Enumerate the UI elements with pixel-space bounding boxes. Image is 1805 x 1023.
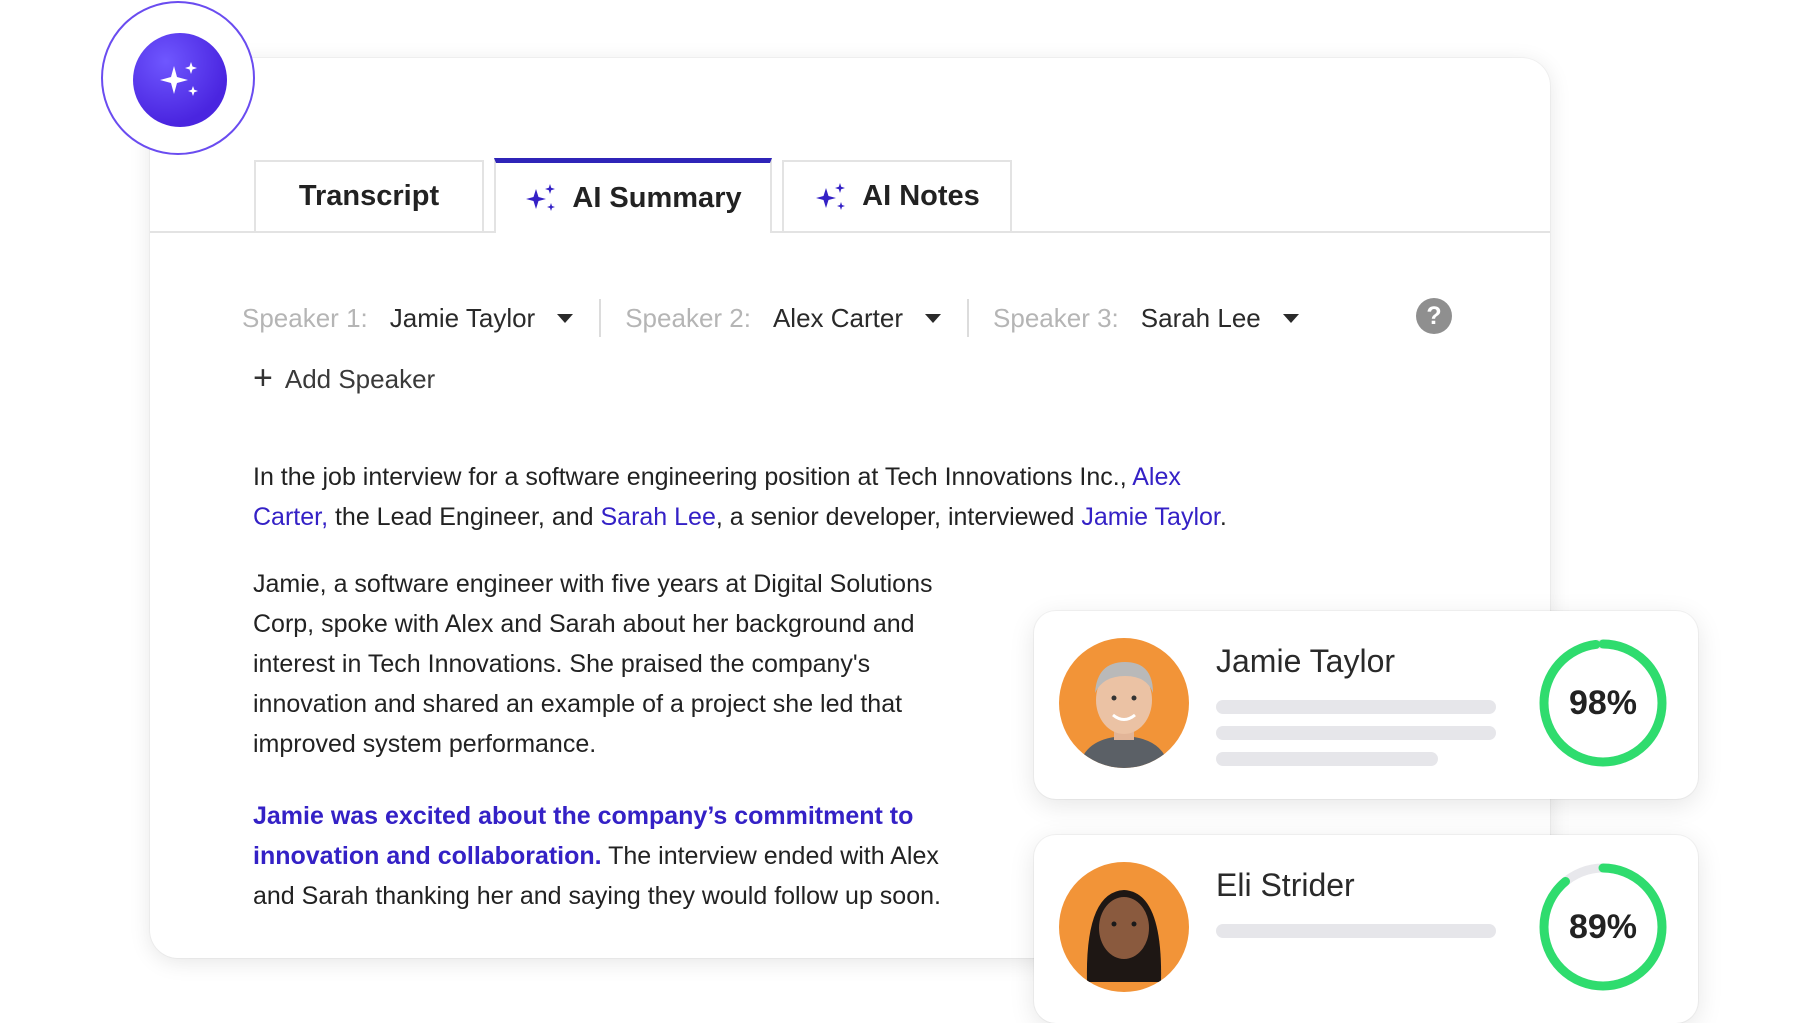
candidate-name: Jamie Taylor [1216,643,1396,679]
match-score: 98% [1536,636,1670,770]
summary-line: interest in Tech Innovations. She praise… [253,650,871,678]
speaker-link[interactable]: Sarah Lee [600,503,715,531]
speaker-label: Speaker 2: [625,302,751,333]
speaker-2-select[interactable]: Speaker 2: Alex Carter [625,303,967,334]
summary-line: Corp, spoke with Alex and Sarah about he… [253,610,915,638]
summary-text: the Lead Engineer, and [328,503,601,531]
placeholder-bar [1216,700,1496,714]
avatar [1059,638,1189,768]
speaker-link[interactable]: Jamie Taylor [1081,503,1220,531]
candidate-card[interactable]: Jamie Taylor 98% [1034,611,1698,799]
sparkle-icon [160,62,198,96]
summary-line: improved system performance. [253,730,597,758]
summary-text: , a senior developer, interviewed [715,503,1082,531]
avatar [1059,862,1189,992]
tab-label: AI Notes [862,180,980,212]
tab-ai-summary[interactable]: AI Summary [494,158,772,233]
speaker-label: Speaker 1: [242,302,368,333]
caret-down-icon[interactable] [557,313,574,323]
plus-icon: + [253,358,273,397]
caret-down-icon[interactable] [1282,313,1299,323]
speaker-link[interactable]: Carter, [253,503,328,531]
speaker-1-select[interactable]: Speaker 1: Jamie Taylor [242,303,599,334]
avatar-photo [1079,662,1169,768]
speaker-3-select[interactable]: Speaker 3: Sarah Lee [993,303,1325,334]
speaker-name: Alex Carter [772,302,904,333]
speaker-name: Jamie Taylor [389,302,536,333]
sparkle-icon [526,184,556,211]
score-value: 89% [1568,907,1638,946]
caret-down-icon[interactable] [925,313,942,323]
speaker-name: Sarah Lee [1140,302,1261,333]
add-speaker-label: Add Speaker [284,364,436,394]
score-value: 98% [1568,683,1638,722]
tabs-divider [150,231,1550,233]
summary-text: . [1219,503,1227,531]
highlight-text: Jamie was excited about the company’s co… [253,802,914,830]
placeholder-bar [1216,752,1438,766]
summary-line: and Sarah thanking her and saying they w… [253,882,941,910]
sparkle-icon [816,182,846,210]
summary-text: The interview ended with Alex [601,842,939,870]
speaker-link[interactable]: Alex [1132,463,1181,491]
summary-text: In the job interview for a software engi… [253,463,1133,491]
summary-paragraph-1: In the job interview for a software engi… [253,457,1323,537]
speaker-selector-row: Speaker 1: Jamie Taylor Speaker 2: Alex … [242,293,1325,343]
match-score: 89% [1536,860,1670,994]
speaker-divider [599,299,602,337]
summary-line: Jamie, a software engineer with five yea… [253,570,933,598]
ai-sparkle-badge [133,33,227,127]
avatar-photo [1086,890,1162,982]
help-icon[interactable]: ? [1416,298,1452,334]
candidate-card[interactable]: Eli Strider 89% [1034,835,1698,1023]
speaker-label: Speaker 3: [993,302,1119,333]
speaker-divider [967,299,970,337]
summary-paragraph-3: Jamie was excited about the company’s co… [253,796,1033,916]
add-speaker-button[interactable]: + Add Speaker [253,358,436,397]
candidate-name: Eli Strider [1216,867,1355,903]
tab-label: AI Summary [572,181,742,214]
placeholder-bar [1216,924,1496,938]
summary-line: innovation and shared an example of a pr… [253,690,903,718]
placeholder-bar [1216,726,1496,740]
highlight-text: innovation and collaboration. [253,842,602,870]
tab-transcript[interactable]: Transcript [254,160,484,231]
tab-ai-notes[interactable]: AI Notes [782,160,1012,231]
summary-paragraph-2: Jamie, a software engineer with five yea… [253,564,1013,764]
tab-label: Transcript [298,180,440,212]
